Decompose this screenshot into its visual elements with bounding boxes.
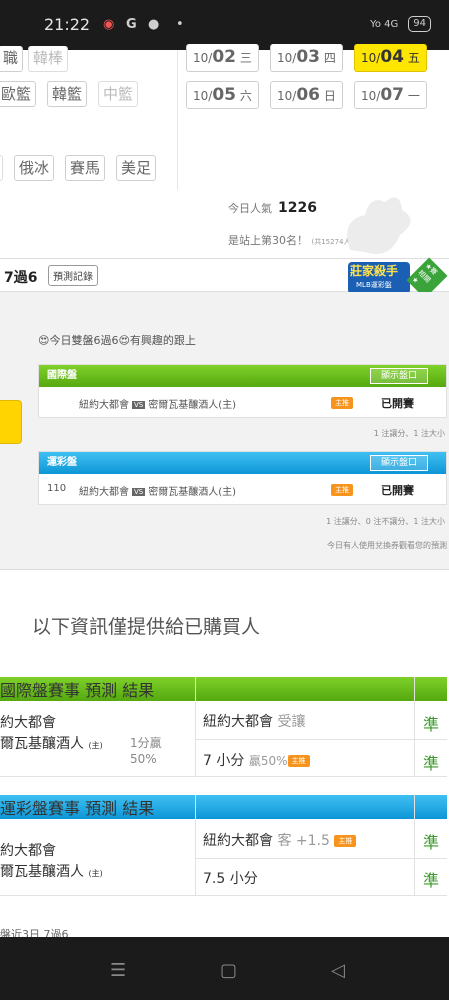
intl-box: 國際盤 顯示盤口 紐約大都會 VS 密爾瓦基釀酒人(主) 主推 已開賽 <box>38 364 447 418</box>
footnote: 今日有人使用兌換券觀看您的預測 <box>327 541 447 550</box>
lottery-summary: 1 注讓分、0 注不讓分、1 注大小 <box>326 517 445 526</box>
league-tag[interactable]: 韓籃 <box>47 81 88 107</box>
league-tag[interactable]: 中籃 <box>98 81 139 107</box>
league-tag[interactable]: 歐籃 <box>0 81 37 107</box>
intl-header: 國際盤 顯示盤口 <box>39 365 446 387</box>
back-icon[interactable]: ◁ <box>331 960 345 981</box>
match-teams: 紐約大都會 VS 密爾瓦基釀酒人(主) <box>79 400 237 411</box>
date-button[interactable]: 10/02 三 <box>186 44 259 72</box>
battery-icon: 94 <box>408 16 431 32</box>
badge-title: 莊家殺手 <box>350 264 399 278</box>
match-row[interactable]: 110 紐約大都會 VS 密爾瓦基釀酒人(主) 主推 已開賽 <box>39 474 446 504</box>
result-correct: 準 <box>423 754 440 773</box>
date-button[interactable]: 10/07 一 <box>354 81 427 109</box>
intl-summary: 1 注讓分、1 注大小 <box>373 429 445 438</box>
popularity: 今日人氣 1226 <box>228 200 317 216</box>
league-tag[interactable]: 美足 <box>116 155 157 181</box>
home-badge: 主推 <box>331 484 353 496</box>
signal-icon: Yo 4G <box>370 18 399 30</box>
match-row[interactable]: 紐約大都會 VS 密爾瓦基釀酒人(主) 主推 已開賽 <box>39 387 446 417</box>
table-header: 國際盤賽事 預測 結果 <box>0 677 447 701</box>
lottery-box: 運彩盤 顯示盤口 110 紐約大都會 VS 密爾瓦基釀酒人(主) 主推 已開賽 <box>38 451 447 505</box>
notification-icon: ◉ <box>103 17 115 32</box>
show-odds-button[interactable]: 顯示盤口 <box>369 455 428 471</box>
result-correct: 準 <box>423 871 440 890</box>
home-badge: 主推 <box>331 397 353 409</box>
intro-text: 😍今日雙盤6過6😍有興趣的跟上 <box>38 334 196 347</box>
more-notifications-icon: • <box>176 17 184 32</box>
buyers-notice: 以下資訊僅提供給已購買人 <box>32 616 261 638</box>
score-result: 1分贏 <box>130 736 162 750</box>
match-status: 已開賽 <box>381 397 414 410</box>
date-button[interactable]: 10/06 日 <box>270 81 343 109</box>
menu-icon[interactable]: ☰ <box>110 960 126 981</box>
league-tag[interactable]: 韓棒 <box>28 46 69 72</box>
google-icon: G <box>126 17 137 32</box>
match-number: 110 <box>47 483 67 494</box>
lottery-header: 運彩盤 顯示盤口 <box>39 452 446 474</box>
team-away: 約大都會 <box>0 715 56 731</box>
date-button[interactable]: 10/03 四 <box>270 44 343 72</box>
home-icon[interactable]: ▢ <box>220 960 237 981</box>
message-icon: ● <box>148 17 160 32</box>
match-status: 已開賽 <box>381 484 414 497</box>
badge-subtitle: MLB運彩盤 <box>356 281 392 289</box>
match-teams: 紐約大都會 VS 密爾瓦基釀酒人(主) <box>79 487 237 498</box>
prediction: 紐約大都會 受讓 <box>203 714 306 730</box>
prediction: 7 小分 贏50% 主推 <box>203 750 310 770</box>
score-percent: 50% <box>130 752 157 766</box>
league-tag[interactable]: 球 <box>0 155 4 181</box>
clock: 21:22 <box>44 15 91 34</box>
prediction: 紐約大都會 客 +1.5 主推 <box>203 830 357 850</box>
show-odds-button[interactable]: 顯示盤口 <box>369 368 428 384</box>
team-home: 爾瓦基釀酒人 (主) <box>0 864 103 880</box>
date-button-selected[interactable]: 10/04 五 <box>354 44 427 72</box>
prediction: 7.5 小分 <box>203 871 258 887</box>
team-away: 約大都會 <box>0 843 56 859</box>
league-tag[interactable]: 賽馬 <box>65 155 106 181</box>
result-correct: 準 <box>423 715 440 734</box>
side-tab[interactable] <box>0 400 22 444</box>
table-header: 運彩盤賽事 預測 結果 <box>0 795 447 819</box>
status-bar: 21:22 ◉ G ● • Yo 4G 94 <box>0 0 449 50</box>
history-button[interactable]: 預測記錄 <box>48 265 98 286</box>
team-home: 爾瓦基釀酒人 (主) <box>0 736 103 752</box>
date-button[interactable]: 10/05 六 <box>186 81 259 109</box>
record-text: 7過6 <box>4 270 38 286</box>
league-tag[interactable]: 俄冰 <box>14 155 55 181</box>
league-tag[interactable]: 職 <box>0 46 24 72</box>
result-correct: 準 <box>423 833 440 852</box>
splash-decoration-icon <box>347 197 411 254</box>
divider <box>177 50 178 190</box>
